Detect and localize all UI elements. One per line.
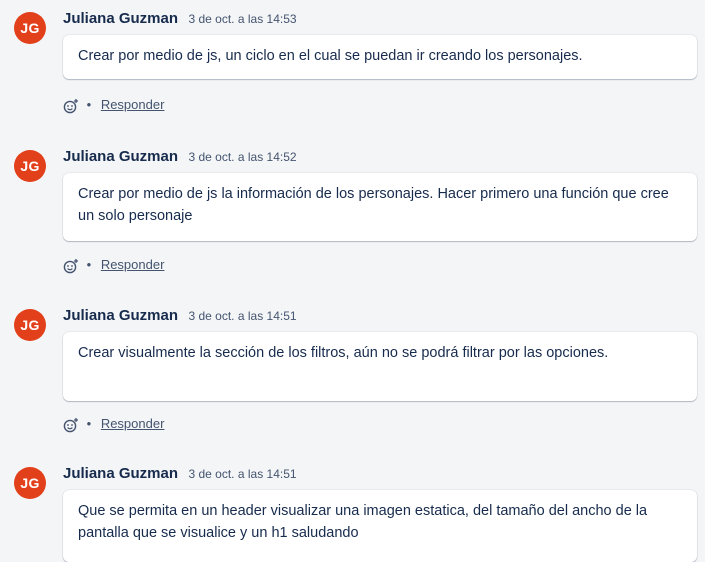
author-name: Juliana Guzman (63, 465, 179, 482)
avatar[interactable]: JG (14, 12, 46, 44)
timestamp[interactable]: 3 de oct. a las 14:52 (188, 150, 296, 164)
comment-body: Crear por medio de js, un ciclo en el cu… (63, 35, 697, 79)
author-name: Juliana Guzman (63, 307, 179, 324)
reply-link[interactable]: Responder (101, 97, 165, 112)
comment-meta: Juliana Guzman 3 de oct. a las 14:51 (63, 305, 297, 327)
add-reaction-icon[interactable] (63, 98, 79, 114)
reply-link[interactable]: Responder (101, 257, 165, 272)
comment-meta: Juliana Guzman 3 de oct. a las 14:52 (63, 146, 297, 168)
comment-actions: • Responder (63, 256, 164, 274)
comment-body: Crear visualmente la sección de los filt… (63, 332, 697, 401)
comment-actions: • Responder (63, 96, 164, 114)
timestamp[interactable]: 3 de oct. a las 14:51 (188, 309, 296, 323)
separator: • (86, 416, 92, 431)
author-name: Juliana Guzman (63, 148, 179, 165)
comment-body: Que se permita en un header visualizar u… (63, 490, 697, 562)
avatar[interactable]: JG (14, 309, 46, 341)
comment-actions: • Responder (63, 415, 164, 433)
avatar[interactable]: JG (14, 467, 46, 499)
comment-body: Crear por medio de js la información de … (63, 173, 697, 241)
comment-meta: Juliana Guzman 3 de oct. a las 14:51 (63, 463, 297, 485)
timestamp[interactable]: 3 de oct. a las 14:51 (188, 467, 296, 481)
timestamp[interactable]: 3 de oct. a las 14:53 (188, 12, 296, 26)
comment-meta: Juliana Guzman 3 de oct. a las 14:53 (63, 8, 297, 30)
author-name: Juliana Guzman (63, 10, 179, 27)
add-reaction-icon[interactable] (63, 258, 79, 274)
avatar[interactable]: JG (14, 150, 46, 182)
separator: • (86, 257, 92, 272)
separator: • (86, 97, 92, 112)
reply-link[interactable]: Responder (101, 416, 165, 431)
add-reaction-icon[interactable] (63, 417, 79, 433)
